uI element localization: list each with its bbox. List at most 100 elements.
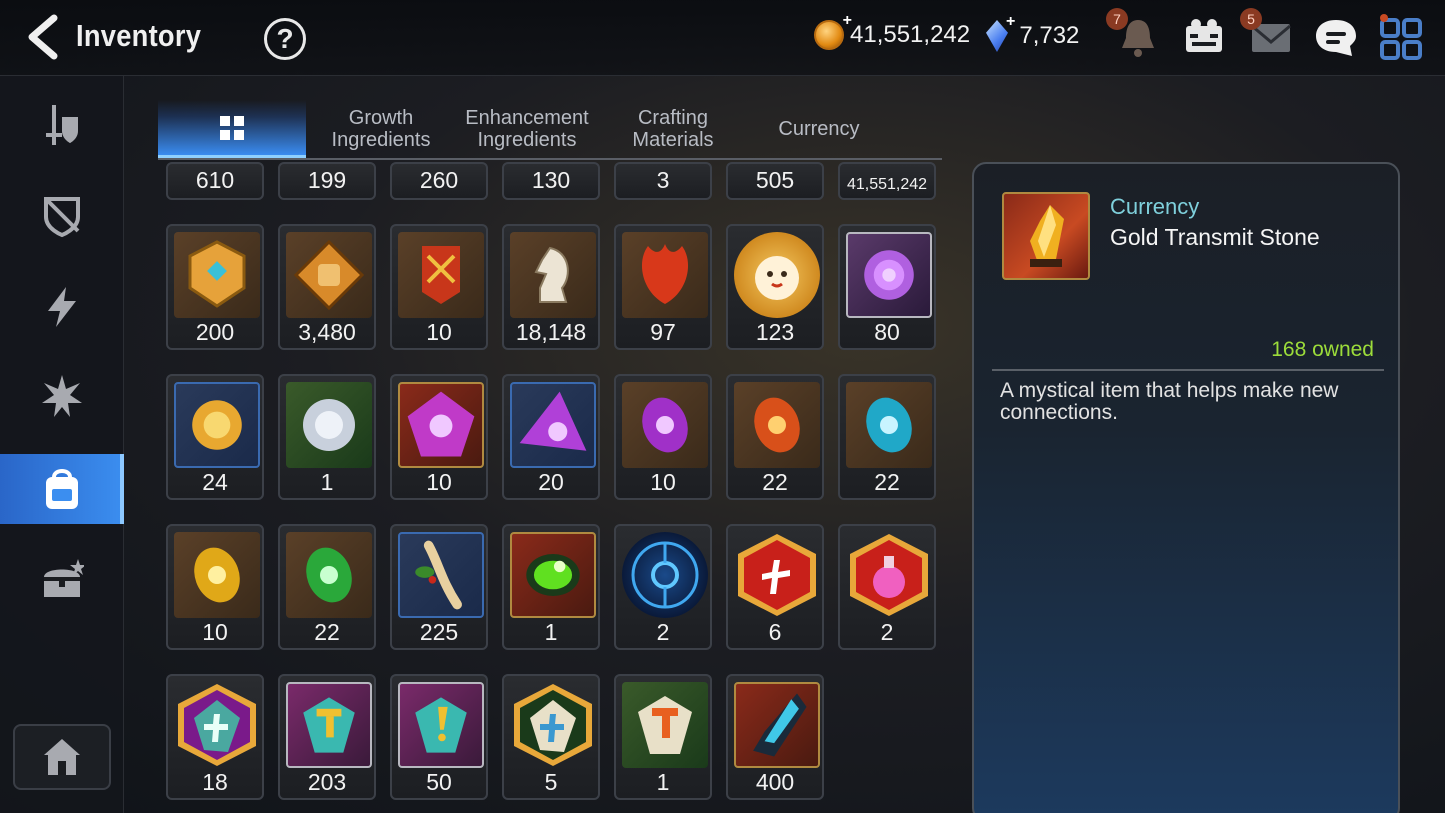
white-hammer-crystal-icon: [622, 682, 708, 768]
page-title: Inventory: [76, 18, 202, 53]
item-slot[interactable]: 22: [726, 374, 824, 500]
item-slot[interactable]: 505: [726, 162, 824, 200]
item-slot[interactable]: 3: [614, 162, 712, 200]
item-quantity: 10: [202, 619, 228, 645]
item-quantity: 10: [426, 469, 452, 495]
item-slot[interactable]: 1: [502, 524, 600, 650]
item-quantity: 260: [419, 167, 459, 193]
gold-crest-icon: [174, 232, 260, 318]
purple-rune-icon: [622, 382, 708, 468]
item-quantity: 5: [544, 769, 558, 795]
sidebar-item-equipment[interactable]: [0, 90, 124, 160]
item-slot[interactable]: 400: [726, 674, 824, 800]
item-slot[interactable]: 22: [838, 374, 936, 500]
item-slot[interactable]: 2: [614, 524, 712, 650]
root-herb-icon: [398, 532, 484, 618]
item-slot[interactable]: 20: [502, 374, 600, 500]
white-crystal-hexagon-icon: [510, 682, 596, 768]
burst-icon: [42, 375, 82, 417]
item-slot[interactable]: 260: [390, 162, 488, 200]
item-slot[interactable]: 3,480: [278, 224, 376, 350]
item-slot[interactable]: 199: [278, 162, 376, 200]
treasure-chest-icon: [44, 559, 84, 597]
crystal-currency[interactable]: + 7,732: [986, 13, 1079, 52]
item-quantity: 3,480: [298, 319, 356, 345]
item-category: Currency: [1110, 194, 1200, 219]
item-owned-count: 168 owned: [1271, 338, 1374, 361]
item-slot[interactable]: 18: [166, 674, 264, 800]
tab-enhancement-ingredients[interactable]: Enhancement Ingredients: [454, 100, 600, 158]
item-quantity: 505: [755, 167, 795, 193]
item-quantity: 200: [195, 319, 235, 345]
item-slot[interactable]: 1: [614, 674, 712, 800]
item-slot[interactable]: 10: [614, 374, 712, 500]
sidebar-item-inventory[interactable]: [0, 454, 124, 524]
item-slot[interactable]: 2: [838, 524, 936, 650]
item-slot[interactable]: 80: [838, 224, 936, 350]
item-slot[interactable]: 97: [614, 224, 712, 350]
menu-button[interactable]: [1378, 14, 1428, 60]
dark-shard-icon: [734, 682, 820, 768]
group-icon: [1186, 19, 1222, 52]
hammer-crystal-icon: [286, 682, 372, 768]
item-quantity: 2: [656, 619, 670, 645]
back-button[interactable]: [22, 14, 62, 60]
purple-pentagon-icon: [398, 382, 484, 468]
item-quantity: 123: [755, 319, 795, 345]
item-slot[interactable]: 130: [502, 162, 600, 200]
chat-button[interactable]: [1312, 14, 1362, 60]
item-slot[interactable]: 200: [166, 224, 264, 350]
sidebar-item-artifacts[interactable]: [0, 180, 124, 250]
chess-knight-icon: [510, 232, 596, 318]
item-quantity: 41,551,242: [846, 176, 928, 193]
item-slot[interactable]: 123: [726, 224, 824, 350]
party-button[interactable]: [1180, 14, 1230, 60]
gold-transmit-stone-icon: [1002, 192, 1090, 280]
item-quantity: 1: [656, 769, 670, 795]
top-bar: Inventory ? + 41,551,242 + 7,732 7 5: [0, 0, 1445, 76]
green-rune-icon: [286, 532, 372, 618]
item-slot[interactable]: 22: [278, 524, 376, 650]
mail-button[interactable]: 5: [1240, 8, 1298, 60]
help-button[interactable]: ?: [264, 18, 306, 60]
help-icon: ?: [276, 23, 294, 54]
item-description: A mystical item that helps make new conn…: [1000, 379, 1339, 424]
item-slot[interactable]: 10: [390, 224, 488, 350]
item-quantity: 203: [307, 769, 347, 795]
pink-potion-icon: [846, 532, 932, 618]
tab-growth-ingredients[interactable]: Growth Ingredients: [308, 100, 454, 158]
item-slot[interactable]: 203: [278, 674, 376, 800]
item-slot[interactable]: 1: [278, 374, 376, 500]
silver-flower-icon: [286, 382, 372, 468]
item-slot[interactable]: 610: [166, 162, 264, 200]
sidebar-item-lobby[interactable]: [13, 724, 111, 790]
item-slot[interactable]: 41,551,242: [838, 162, 936, 200]
item-slot[interactable]: 6: [726, 524, 824, 650]
gold-amount: 41,551,242: [850, 21, 971, 48]
sidebar-item-awakening[interactable]: [0, 362, 124, 432]
red-leaf-icon: [622, 232, 708, 318]
sidebar: [0, 76, 124, 813]
lightning-icon: [48, 287, 76, 327]
item-slot[interactable]: 50: [390, 674, 488, 800]
item-slot[interactable]: 10: [166, 524, 264, 650]
tab-all[interactable]: [158, 100, 306, 158]
tab-currency[interactable]: Currency: [746, 100, 892, 158]
item-slot[interactable]: 10: [390, 374, 488, 500]
red-hexagon-gem-icon: [734, 532, 820, 618]
item-slot[interactable]: 5: [502, 674, 600, 800]
sidebar-item-catalysts[interactable]: [0, 272, 124, 342]
item-slot[interactable]: 24: [166, 374, 264, 500]
item-quantity: 10: [426, 319, 452, 345]
notifications-badge: 7: [1106, 8, 1128, 30]
purple-triangle-icon: [510, 382, 596, 468]
item-quantity: 22: [314, 619, 340, 645]
notifications-button[interactable]: 7: [1106, 8, 1164, 60]
item-slot[interactable]: 18,148: [502, 224, 600, 350]
sidebar-item-chests[interactable]: [0, 546, 124, 616]
item-quantity: 10: [650, 469, 676, 495]
gold-currency[interactable]: + 41,551,242: [814, 12, 971, 50]
item-slot[interactable]: 225: [390, 524, 488, 650]
tab-crafting-materials[interactable]: Crafting Materials: [600, 100, 746, 158]
blue-circuit-icon: [622, 532, 708, 618]
